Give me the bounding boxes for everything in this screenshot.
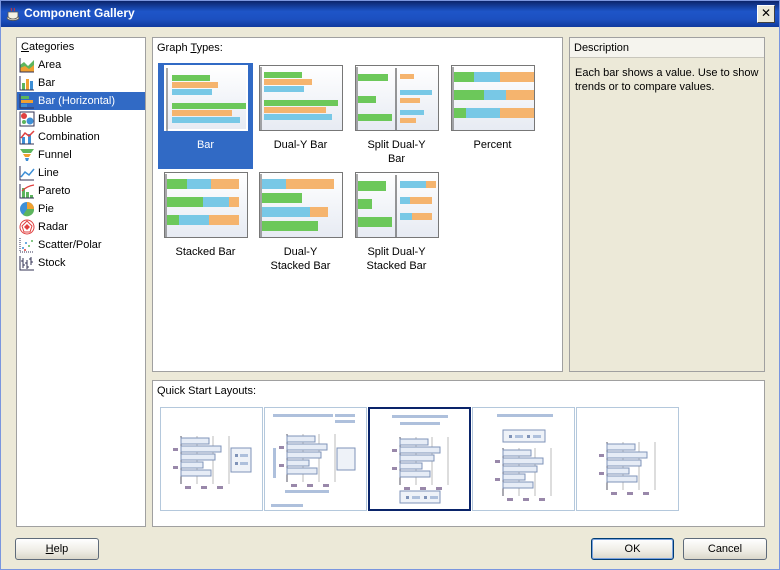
- category-item-pareto[interactable]: Pareto: [17, 182, 145, 200]
- graph-type-label: Bar: [196, 139, 215, 151]
- category-item-area[interactable]: Area: [17, 56, 145, 74]
- pareto-chart-icon: [19, 184, 35, 199]
- graph-types-label: Graph Types:: [157, 42, 223, 54]
- category-label: Pie: [38, 203, 54, 215]
- graph-type-label-line2: Bar: [387, 153, 406, 165]
- description-text: Each bar shows a value. Use to show tren…: [575, 67, 759, 93]
- radar-chart-icon: [19, 219, 35, 235]
- graph-type-thumbnail: [450, 65, 535, 131]
- layout-preview-icon: [495, 414, 553, 501]
- line-chart-icon: [19, 166, 35, 181]
- graph-type-label: Percent: [473, 139, 512, 151]
- description-header: Description: [570, 38, 764, 58]
- window-title: Component Gallery: [24, 6, 135, 20]
- category-label: Line: [38, 167, 59, 179]
- graph-type-thumbnail: [162, 64, 249, 132]
- categories-list: Categories Area Bar Bar (Horizontal) Bubble…: [16, 37, 146, 527]
- category-label: Combination: [38, 131, 100, 143]
- combination-chart-icon: [19, 130, 35, 145]
- graph-type-dual-y-bar[interactable]: Dual-Y Bar: [253, 63, 348, 169]
- category-label: Pareto: [38, 185, 71, 197]
- coffee-cup-icon: [6, 7, 20, 21]
- quick-start-layout-4[interactable]: [472, 407, 575, 511]
- category-item-funnel[interactable]: Funnel: [17, 146, 145, 164]
- quick-start-layout-2[interactable]: [264, 407, 367, 511]
- graph-type-label: Stacked Bar: [175, 246, 236, 258]
- layout-preview-icon: [271, 414, 356, 507]
- layout-preview-icon: [392, 415, 449, 504]
- funnel-chart-icon: [20, 149, 34, 161]
- quick-start-layout-5[interactable]: [576, 407, 679, 511]
- category-label: Radar: [38, 221, 68, 233]
- split-dual-y-bar-preview-icon: [356, 67, 432, 130]
- area-chart-icon: [19, 58, 34, 73]
- categories-header: Categories: [21, 41, 75, 53]
- bar-preview-icon: [166, 68, 246, 131]
- layout-preview-icon: [599, 442, 656, 495]
- ok-button[interactable]: OK: [591, 538, 674, 560]
- close-button[interactable]: ✕: [757, 5, 775, 23]
- stacked-bar-preview-icon: [165, 174, 239, 237]
- quick-start-layouts-panel: Quick Start Layouts:: [152, 380, 765, 527]
- graph-type-thumbnail: [354, 172, 439, 238]
- graph-type-label: Dual-Y Bar: [273, 139, 328, 151]
- quick-start-layout-1[interactable]: [160, 407, 263, 511]
- category-label: Bar: [38, 77, 56, 89]
- graph-types-panel: Graph Types: Bar Dual-Y Bar Split Dual-Y Ba…: [152, 37, 563, 372]
- graph-type-label: Split Dual-Y: [367, 246, 426, 258]
- graph-type-split-dual-y-stacked-bar[interactable]: Split Dual-Y Stacked Bar: [349, 170, 444, 276]
- category-label: Bar (Horizontal): [38, 95, 116, 107]
- graph-type-thumbnail: [258, 65, 343, 131]
- category-label: Scatter/Polar: [38, 239, 102, 251]
- stock-chart-icon: [19, 256, 34, 271]
- quick-start-layout-3[interactable]: [368, 407, 471, 511]
- pie-chart-icon: [20, 202, 35, 217]
- dual-y-stacked-bar-preview-icon: [260, 174, 334, 237]
- graph-type-percent[interactable]: Percent: [445, 63, 540, 169]
- graph-type-thumbnail: [163, 172, 248, 238]
- graph-type-bar[interactable]: Bar: [158, 63, 253, 169]
- category-item-bar[interactable]: Bar: [17, 74, 145, 92]
- graph-type-split-dual-y-bar[interactable]: Split Dual-Y Bar: [349, 63, 444, 169]
- category-item-stock[interactable]: Stock: [17, 254, 145, 272]
- graph-type-label: Dual-Y: [283, 246, 318, 258]
- category-item-pie[interactable]: Pie: [17, 200, 145, 218]
- graph-type-thumbnail: [258, 172, 343, 238]
- graph-type-thumbnail: [354, 65, 439, 131]
- bar-chart-icon: [19, 76, 34, 91]
- scatter-chart-icon: [19, 238, 34, 253]
- dual-y-bar-preview-icon: [260, 67, 338, 130]
- graph-type-label-line2: Stacked Bar: [366, 260, 427, 272]
- category-item-bubble[interactable]: Bubble: [17, 110, 145, 128]
- component-gallery-dialog: Component Gallery ✕ Categories Area Bar Ba…: [0, 0, 780, 570]
- graph-type-dual-y-stacked-bar[interactable]: Dual-Y Stacked Bar: [253, 170, 348, 276]
- category-label: Stock: [38, 257, 66, 269]
- percent-preview-icon: [452, 67, 534, 130]
- description-panel: Description Each bar shows a value. Use …: [569, 37, 765, 372]
- category-item-line[interactable]: Line: [17, 164, 145, 182]
- category-label: Funnel: [38, 149, 72, 161]
- category-label: Bubble: [38, 113, 73, 125]
- graph-type-label: Split Dual-Y: [367, 139, 426, 151]
- quick-start-label: Quick Start Layouts:: [157, 385, 257, 397]
- category-item-radar[interactable]: Radar: [17, 218, 145, 236]
- category-item-combination[interactable]: Combination: [17, 128, 145, 146]
- category-item-scatter-polar[interactable]: Scatter/Polar: [17, 236, 145, 254]
- cancel-button[interactable]: Cancel: [683, 538, 767, 560]
- title-bar: Component Gallery ✕: [1, 1, 779, 27]
- bubble-chart-icon: [19, 111, 35, 127]
- category-item-bar-horizontal[interactable]: Bar (Horizontal): [17, 92, 145, 110]
- horizontal-bar-chart-icon: [19, 94, 34, 109]
- layout-preview-icon: [173, 436, 252, 489]
- help-button[interactable]: Help: [15, 538, 99, 560]
- graph-type-label-line2: Stacked Bar: [270, 260, 331, 272]
- graph-type-stacked-bar[interactable]: Stacked Bar: [158, 170, 253, 276]
- split-dual-y-stacked-bar-preview-icon: [356, 174, 436, 237]
- category-label: Area: [38, 59, 62, 71]
